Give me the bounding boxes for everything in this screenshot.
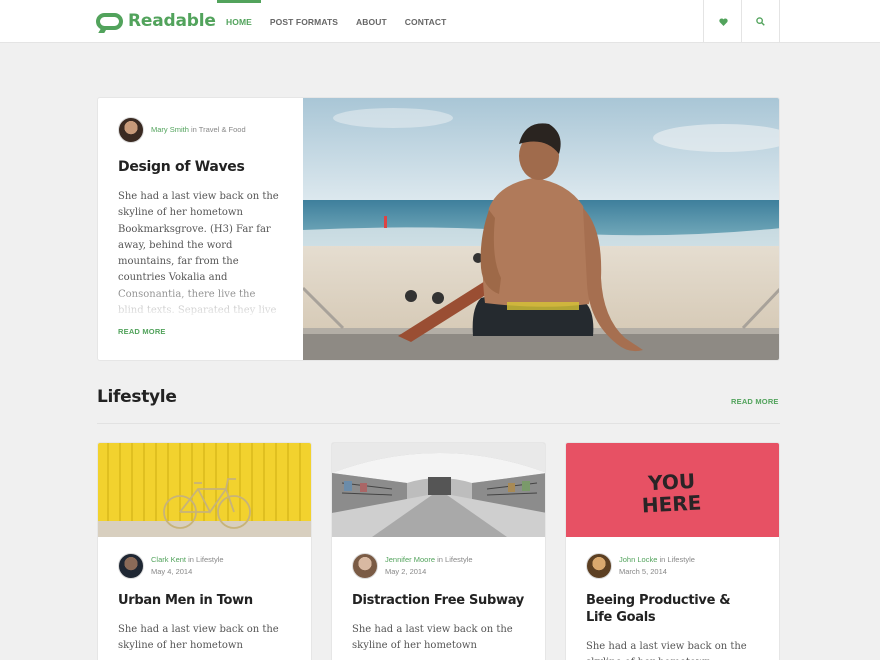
post-card-title[interactable]: Distraction Free Subway — [352, 592, 525, 609]
yellow-wall-bicycle-photo — [98, 443, 311, 537]
post-date: March 5, 2014 — [619, 567, 667, 576]
nav-about[interactable]: ABOUT — [347, 0, 396, 43]
nav-contact[interactable]: CONTACT — [396, 0, 456, 43]
section-title[interactable]: Lifestyle — [97, 387, 177, 407]
image-text-line-2: HERE — [641, 490, 702, 517]
post-byline: Mary Smith in Travel & Food — [151, 124, 246, 136]
featured-post-excerpt: She had a last view back on the skyline … — [118, 189, 283, 319]
author-link[interactable]: Clark Kent — [151, 555, 186, 564]
post-meta: Clark Kent in Lifestyle May 4, 2014 — [118, 553, 291, 579]
featured-post-title[interactable]: Design of Waves — [118, 159, 283, 175]
post-byline: Jennifer Moore in Lifestyle May 2, 2014 — [385, 554, 473, 578]
site-header: Readable HOME POST FORMATS ABOUT CONTACT — [0, 0, 880, 43]
post-card: Clark Kent in Lifestyle May 4, 2014 Urba… — [97, 442, 312, 660]
post-card-image[interactable] — [98, 443, 311, 537]
avatar[interactable] — [118, 117, 144, 143]
speech-bubble-logo-icon — [96, 12, 123, 30]
beach-photo — [303, 98, 779, 360]
logo-text: Readable — [128, 11, 216, 31]
author-link[interactable]: Jennifer Moore — [385, 555, 435, 564]
post-card-title[interactable]: Urban Men in Town — [118, 592, 291, 609]
section-read-more-link[interactable]: READ MORE — [731, 397, 779, 406]
featured-post-content: Mary Smith in Travel & Food Design of Wa… — [98, 98, 303, 360]
heart-icon — [718, 17, 728, 26]
post-card-body: Jennifer Moore in Lifestyle May 2, 2014 … — [332, 537, 545, 660]
subway-tunnel-photo — [332, 443, 545, 537]
avatar[interactable] — [118, 553, 144, 579]
avatar[interactable] — [586, 553, 612, 579]
post-byline: Clark Kent in Lifestyle May 4, 2014 — [151, 554, 224, 578]
featured-post-image[interactable] — [303, 98, 779, 360]
main-nav: HOME POST FORMATS ABOUT CONTACT — [217, 0, 455, 43]
post-meta: John Locke in Lifestyle March 5, 2014 — [586, 553, 759, 579]
category-link[interactable]: Lifestyle — [196, 555, 224, 564]
byline-in: in — [186, 555, 197, 564]
post-meta: Jennifer Moore in Lifestyle May 2, 2014 — [352, 553, 525, 579]
avatar[interactable] — [352, 553, 378, 579]
post-card-image[interactable] — [332, 443, 545, 537]
read-more-link[interactable]: READ MORE — [118, 327, 166, 336]
section-divider — [97, 423, 780, 424]
category-link[interactable]: Lifestyle — [667, 555, 695, 564]
search-button[interactable] — [741, 0, 780, 43]
post-card-image[interactable]: YOU HERE — [566, 443, 779, 537]
post-card-excerpt: She had a last view back on the skyline … — [586, 641, 747, 660]
featured-post: Mary Smith in Travel & Food Design of Wa… — [97, 97, 780, 361]
post-byline: John Locke in Lifestyle March 5, 2014 — [619, 554, 695, 578]
post-card-excerpt: She had a last view back on the skyline … — [352, 624, 513, 651]
author-link[interactable]: John Locke — [619, 555, 657, 564]
favorites-button[interactable] — [703, 0, 742, 43]
post-card-body: John Locke in Lifestyle March 5, 2014 Be… — [566, 537, 779, 660]
category-link[interactable]: Travel & Food — [199, 125, 246, 134]
post-meta: Mary Smith in Travel & Food — [118, 117, 283, 143]
post-date: May 2, 2014 — [385, 567, 427, 576]
byline-in: in — [435, 555, 446, 564]
you-are-here-photo: YOU HERE — [566, 443, 779, 537]
nav-post-formats[interactable]: POST FORMATS — [261, 0, 347, 43]
author-link[interactable]: Mary Smith — [151, 125, 189, 134]
post-card-title[interactable]: Beeing Productive & Life Goals — [586, 592, 759, 626]
post-card: YOU HERE John Locke in Lifestyle March 5… — [565, 442, 780, 660]
post-card: Jennifer Moore in Lifestyle May 2, 2014 … — [331, 442, 546, 660]
category-link[interactable]: Lifestyle — [445, 555, 473, 564]
byline-in: in — [657, 555, 668, 564]
nav-home[interactable]: HOME — [217, 0, 261, 43]
post-card-body: Clark Kent in Lifestyle May 4, 2014 Urba… — [98, 537, 311, 660]
post-date: May 4, 2014 — [151, 567, 193, 576]
byline-in: in — [188, 125, 199, 134]
search-icon — [756, 17, 765, 26]
site-logo[interactable]: Readable — [96, 9, 216, 33]
post-card-excerpt: She had a last view back on the skyline … — [118, 624, 279, 651]
